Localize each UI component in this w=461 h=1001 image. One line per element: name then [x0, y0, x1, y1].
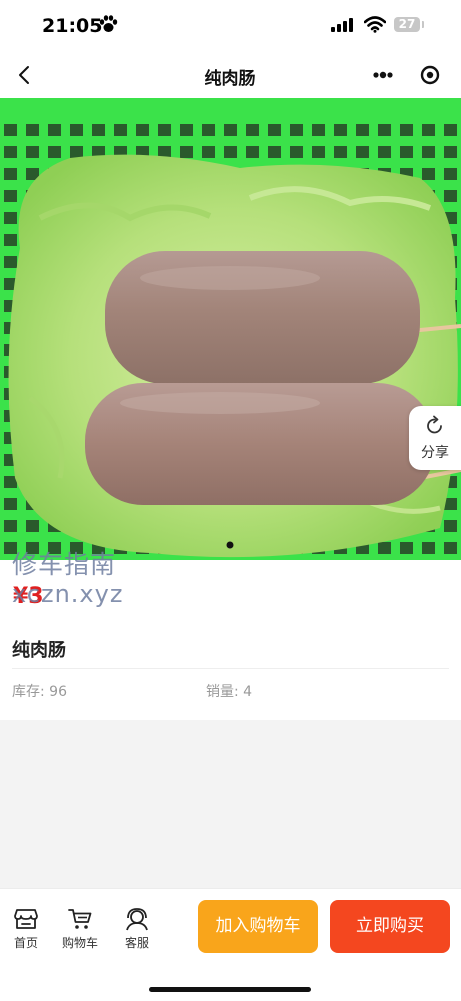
battery-level: 27 — [398, 17, 416, 31]
nav-bar: 纯肉肠 — [0, 52, 461, 98]
stock-count: 库存: 96 — [12, 684, 67, 700]
bottom-action-bar: 首页 购物车 客服 加入购物车 立即购买 — [0, 888, 461, 1001]
buy-now-button[interactable]: 立即购买 — [330, 900, 450, 953]
paw-icon — [99, 15, 118, 32]
mini-program-capsule — [360, 59, 450, 91]
chevron-left-icon — [19, 66, 29, 84]
product-image-carousel[interactable] — [0, 98, 461, 560]
tab-customer-service[interactable]: 客服 — [113, 907, 161, 951]
wifi-icon — [364, 16, 386, 33]
more-button[interactable] — [360, 59, 405, 91]
product-info: ¥3 修车指南 xczn.xyz 纯肉肠 库存: 96 销量: 4 — [0, 550, 461, 720]
tab-cart-label: 购物车 — [61, 936, 98, 950]
share-button[interactable]: 分享 — [409, 406, 461, 470]
share-refresh-icon — [427, 415, 442, 434]
status-time: 21:05 — [42, 15, 103, 37]
sales-count: 销量: 4 — [206, 684, 253, 700]
tab-home-label: 首页 — [13, 936, 38, 950]
back-button[interactable] — [12, 61, 40, 89]
signal-icon — [331, 18, 353, 32]
add-to-cart-button[interactable]: 加入购物车 — [198, 900, 318, 953]
shop-icon — [14, 909, 38, 929]
product-photo — [0, 98, 461, 560]
customer-service-icon — [126, 908, 148, 931]
page-title: 纯肉肠 — [204, 69, 256, 89]
more-dots-icon — [373, 71, 393, 79]
status-bar: 21:05 27 — [0, 0, 461, 52]
battery-icon: 27 — [394, 17, 420, 32]
close-miniprogram-button[interactable] — [405, 59, 450, 91]
tab-customer-service-label: 客服 — [124, 936, 149, 950]
carousel-dot — [226, 541, 234, 549]
product-name: 纯肉肠 — [12, 640, 66, 661]
home-indicator — [149, 987, 311, 992]
battery-cap — [422, 21, 424, 28]
target-circle-icon — [420, 65, 440, 85]
product-price: ¥3 — [13, 584, 44, 609]
tab-home[interactable]: 首页 — [2, 907, 50, 951]
cart-icon — [68, 909, 92, 929]
share-label: 分享 — [421, 445, 449, 461]
divider — [12, 668, 449, 669]
tab-cart[interactable]: 购物车 — [56, 907, 104, 951]
